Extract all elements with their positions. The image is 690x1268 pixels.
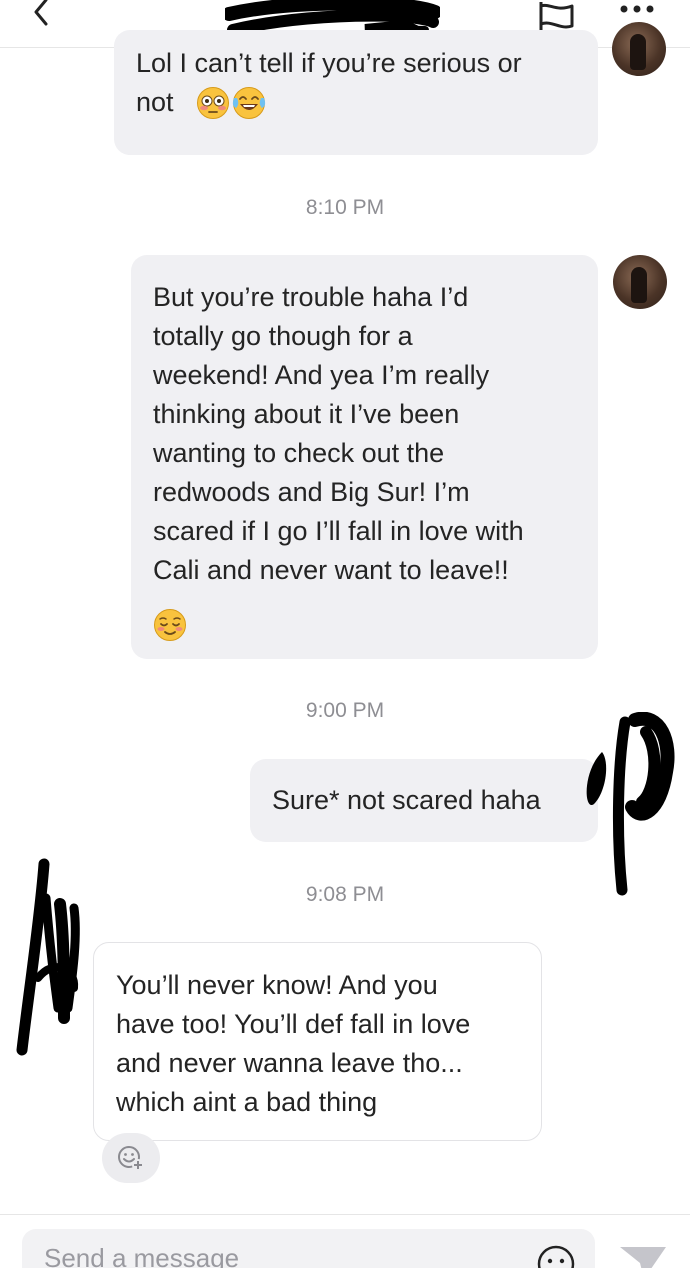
message-text: totally go though for a <box>153 321 413 351</box>
message-text: Lol I can’t tell if you’re serious or <box>136 48 522 78</box>
message-text: not <box>136 87 174 117</box>
message-bubble[interactable]: But you’re trouble haha I’d totally go t… <box>131 255 598 659</box>
message-text: wanting to check out the <box>153 438 445 468</box>
message-text: thinking about it I’ve been <box>153 399 460 429</box>
add-reaction-button[interactable] <box>102 1133 160 1183</box>
redaction-scribble <box>16 858 80 1056</box>
send-icon[interactable] <box>614 1243 670 1268</box>
back-chevron-icon[interactable] <box>28 0 58 30</box>
tears-of-joy-face-icon <box>232 86 265 119</box>
flushed-face-icon <box>196 86 229 119</box>
message-input-container[interactable] <box>22 1229 595 1268</box>
avatar[interactable] <box>613 255 667 309</box>
add-reaction-icon <box>118 1146 144 1171</box>
message-composer <box>0 1214 690 1268</box>
message-text: and never wanna leave tho... <box>116 1048 463 1078</box>
more-options-icon[interactable] <box>614 0 660 20</box>
message-last-line: not <box>136 83 576 122</box>
relieved-face-icon <box>154 609 186 641</box>
redaction-scribble <box>586 712 675 896</box>
message-text: have too! You’ll def fall in love <box>116 1009 471 1039</box>
emoji-picker-icon[interactable] <box>536 1244 576 1268</box>
message-text: which aint a bad thing <box>116 1087 378 1117</box>
avatar[interactable] <box>612 22 666 76</box>
timestamp: 8:10 PM <box>305 196 385 219</box>
message-text: weekend! And yea I’m really <box>153 360 490 390</box>
message-text: But you’re trouble haha I’d <box>153 282 469 312</box>
timestamp: 9:08 PM <box>305 883 385 906</box>
message-text: You’ll never know! And you <box>116 970 438 1000</box>
message-emoji-line <box>153 608 576 642</box>
message-input[interactable] <box>44 1243 524 1268</box>
message-bubble[interactable]: Sure* not scared haha <box>250 759 598 842</box>
message-text: Cali and never want to leave!! <box>153 555 509 585</box>
message-text: Sure* not scared haha <box>272 785 541 815</box>
message-bubble[interactable]: You’ll never know! And you have too! You… <box>93 942 542 1141</box>
report-flag-icon[interactable] <box>536 0 578 32</box>
message-bubble[interactable]: Lol I can’t tell if you’re serious or no… <box>114 30 598 155</box>
message-text: scared if I go I’ll fall in love with <box>153 516 524 546</box>
message-text: redwoods and Big Sur! I’m <box>153 477 470 507</box>
